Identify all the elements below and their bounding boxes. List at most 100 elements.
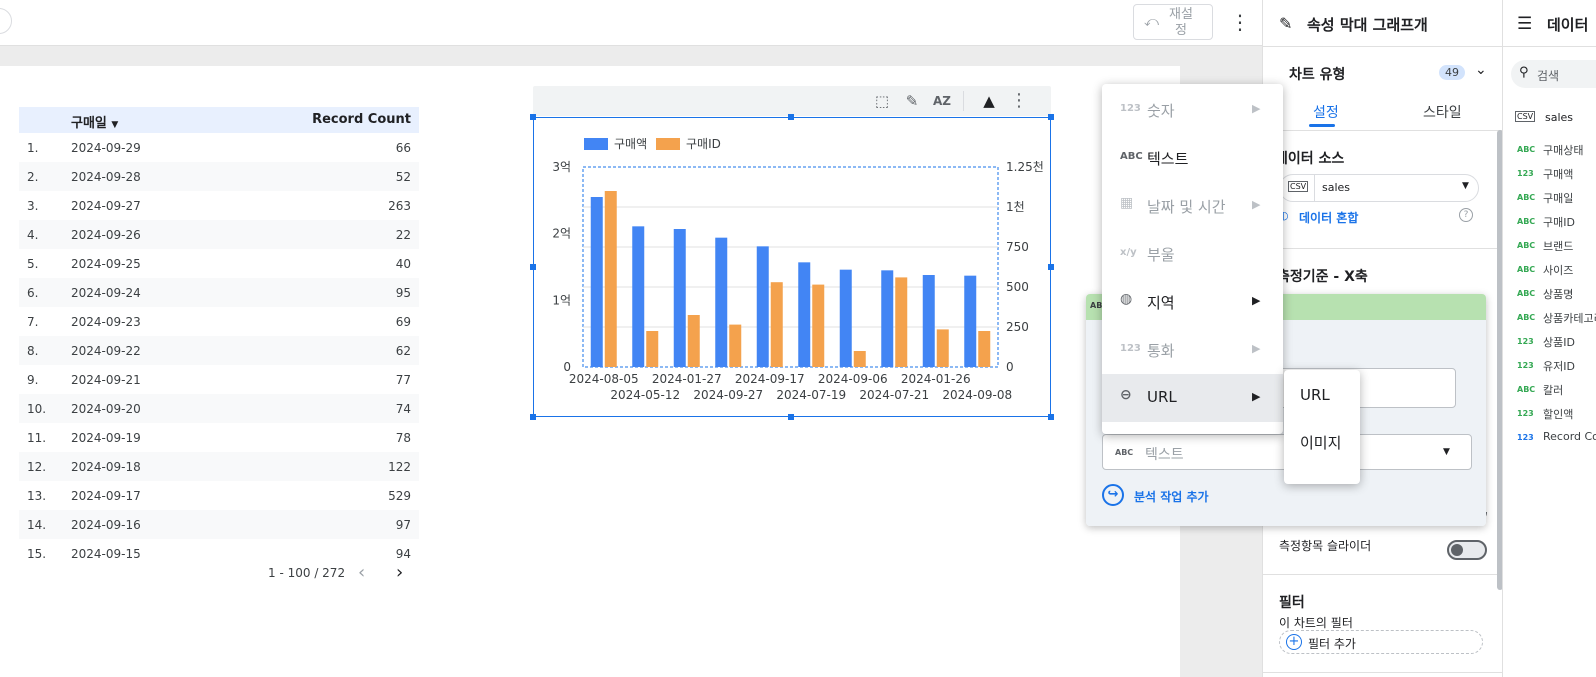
select-area-icon[interactable]: ⬚ bbox=[871, 90, 893, 112]
field-type-menu: 123 숫자 ▶ ABC 텍스트 ▦ 날짜 및 시간 ▶ x/y 부울 ◍ 지역 ▶ 123 통화 ▶ ⊖ URL… bbox=[1102, 84, 1283, 434]
table-row[interactable]: 10. 2024-09-20 74 bbox=[19, 394, 419, 423]
table-row[interactable]: 13. 2024-09-17 529 bbox=[19, 481, 419, 510]
abc-icon: ABC bbox=[1115, 448, 1134, 457]
chart-type-label[interactable]: 차트 유형 bbox=[1289, 64, 1345, 84]
field-item[interactable]: 구매ID bbox=[1543, 214, 1575, 230]
menu-item-label: 텍스트 bbox=[1147, 150, 1189, 168]
menu-item-5[interactable]: ◍ 지역 ▶ bbox=[1102, 278, 1283, 326]
cell-count: 263 bbox=[388, 199, 411, 213]
submenu-item-2[interactable]: 이미지 bbox=[1300, 432, 1341, 453]
menu-item-7[interactable]: ⊖ URL ▶ bbox=[1102, 374, 1283, 422]
abc-icon: ABC bbox=[1517, 193, 1536, 202]
chart-svg: 01억2억3억02505007501천1.25천2024-08-052024-0… bbox=[552, 137, 1044, 402]
warning-icon[interactable]: ▲ bbox=[978, 90, 1000, 112]
metric-slider-toggle[interactable] bbox=[1447, 540, 1487, 560]
type-select-value: 텍스트 bbox=[1145, 447, 1184, 463]
cell-count: 66 bbox=[395, 141, 411, 155]
field-item[interactable]: 유저ID bbox=[1543, 358, 1575, 374]
sort-az-icon[interactable]: AZ bbox=[931, 90, 953, 112]
add-filter-button[interactable]: + 필터 추가 bbox=[1279, 630, 1483, 654]
chart-toolbar: ⬚ ✎ AZ ▲ ⋮ bbox=[533, 86, 1051, 116]
bar-purchase-id bbox=[978, 331, 991, 367]
blend-data-link[interactable]: 데이터 혼합 bbox=[1299, 209, 1358, 226]
field-item[interactable]: 구매상태 bbox=[1543, 142, 1583, 158]
abc-icon: ABC bbox=[1517, 289, 1536, 298]
chevron-right-icon: ▶ bbox=[1252, 102, 1261, 115]
add-action-icon: ↪ bbox=[1102, 484, 1124, 506]
menu-item-3: ▦ 날짜 및 시간 ▶ bbox=[1102, 182, 1283, 230]
table-row[interactable]: 6. 2024-09-24 95 bbox=[19, 278, 419, 307]
abc-icon: ABC bbox=[1517, 385, 1536, 394]
tab-setup[interactable]: 설정 bbox=[1313, 102, 1339, 122]
abc-icon: ABC bbox=[1517, 313, 1536, 322]
tab-style[interactable]: 스타일 bbox=[1423, 102, 1462, 122]
field-item[interactable]: 할인액 bbox=[1543, 406, 1573, 422]
bar-purchase-id bbox=[853, 351, 866, 367]
table-row[interactable]: 7. 2024-09-23 69 bbox=[19, 307, 419, 336]
undo-icon: ⤺ bbox=[1144, 14, 1159, 30]
reset-button[interactable]: ⤺ 재설 정 bbox=[1133, 4, 1213, 40]
table-row[interactable]: 14. 2024-09-16 97 bbox=[19, 510, 419, 539]
more-options-icon[interactable]: ⋮ bbox=[1230, 10, 1250, 34]
search-placeholder: 검색 bbox=[1537, 69, 1560, 83]
field-item[interactable]: 상품ID bbox=[1543, 334, 1575, 350]
data-source-select[interactable]: CSV sales ▼ bbox=[1279, 174, 1479, 202]
x-tick-label: 2024-01-26 bbox=[901, 372, 971, 386]
table-row[interactable]: 3. 2024-09-27 263 bbox=[19, 191, 419, 220]
help-icon[interactable]: ? bbox=[1459, 208, 1473, 222]
field-item[interactable]: 사이즈 bbox=[1543, 262, 1573, 278]
field-item[interactable]: 구매일 bbox=[1543, 190, 1573, 206]
chevron-down-icon[interactable]: ⌄ bbox=[1475, 62, 1487, 78]
divider bbox=[1263, 46, 1503, 47]
table-row[interactable]: 1. 2024-09-29 66 bbox=[19, 133, 419, 162]
type-x-y-icon: x/y bbox=[1120, 247, 1137, 258]
x-tick-label: 2024-09-08 bbox=[942, 388, 1012, 402]
cell-count: 95 bbox=[395, 286, 411, 300]
row-number: 5. bbox=[27, 257, 39, 271]
chart-more-icon[interactable]: ⋮ bbox=[1008, 90, 1030, 112]
table-row[interactable]: 9. 2024-09-21 77 bbox=[19, 365, 419, 394]
table-row[interactable]: 11. 2024-09-19 78 bbox=[19, 423, 419, 452]
data-source-value: sales bbox=[1322, 181, 1351, 194]
field-item[interactable]: Record Count bbox=[1543, 430, 1596, 443]
field-item[interactable]: 상품명 bbox=[1543, 286, 1573, 302]
menu-circle-button[interactable] bbox=[0, 8, 12, 34]
field-item[interactable]: 구매액 bbox=[1543, 166, 1573, 182]
divider bbox=[1503, 46, 1596, 47]
cell-count: 22 bbox=[395, 228, 411, 242]
cell-date: 2024-09-24 bbox=[71, 286, 141, 300]
cell-date: 2024-09-20 bbox=[71, 402, 141, 416]
table-row[interactable]: 5. 2024-09-25 40 bbox=[19, 249, 419, 278]
cell-date: 2024-09-19 bbox=[71, 431, 141, 445]
cell-count: 78 bbox=[395, 431, 411, 445]
field-item[interactable]: 칼러 bbox=[1543, 382, 1563, 398]
reset-label: 재설 정 bbox=[1169, 7, 1193, 38]
column-header-record-count[interactable]: Record Count bbox=[312, 112, 411, 127]
dropdown-arrow-icon: ▼ bbox=[1443, 447, 1450, 457]
field-item[interactable]: 브랜드 bbox=[1543, 238, 1573, 254]
chevron-right-icon[interactable]: › bbox=[396, 562, 403, 583]
bar-purchase-id bbox=[604, 191, 617, 367]
table-row[interactable]: 12. 2024-09-18 122 bbox=[19, 452, 419, 481]
menu-item-2[interactable]: ABC 텍스트 bbox=[1102, 134, 1283, 182]
table-row[interactable]: 2. 2024-09-28 52 bbox=[19, 162, 419, 191]
x-tick-label: 2024-09-27 bbox=[693, 388, 763, 402]
row-number: 8. bbox=[27, 344, 39, 358]
type-123-icon: 123 bbox=[1120, 343, 1141, 354]
search-input[interactable]: ⚲ 검색 bbox=[1511, 60, 1596, 88]
field-item[interactable]: 상품카테고리 bbox=[1543, 310, 1596, 326]
y-right-tick-label: 1.25천 bbox=[1006, 159, 1044, 174]
submenu-item-1[interactable]: URL bbox=[1300, 386, 1330, 404]
data-panel-title: 데이터 bbox=[1547, 16, 1589, 34]
bar-purchase-amount bbox=[881, 270, 894, 367]
chevron-left-icon[interactable]: ‹ bbox=[358, 562, 365, 583]
menu-item-4: x/y 부울 bbox=[1102, 230, 1283, 278]
dimension-label: 측정기준 - X축 bbox=[1277, 269, 1368, 285]
calendar-icon: ▦ bbox=[1120, 195, 1134, 211]
table-row[interactable]: 4. 2024-09-26 22 bbox=[19, 220, 419, 249]
pencil-icon[interactable]: ✎ bbox=[901, 90, 923, 112]
column-header-date[interactable]: 구매일 ▼ bbox=[71, 112, 118, 131]
add-analysis-action-link[interactable]: 분석 작업 추가 bbox=[1134, 488, 1209, 505]
menu-item-label: 부울 bbox=[1147, 246, 1175, 264]
table-row[interactable]: 8. 2024-09-22 62 bbox=[19, 336, 419, 365]
